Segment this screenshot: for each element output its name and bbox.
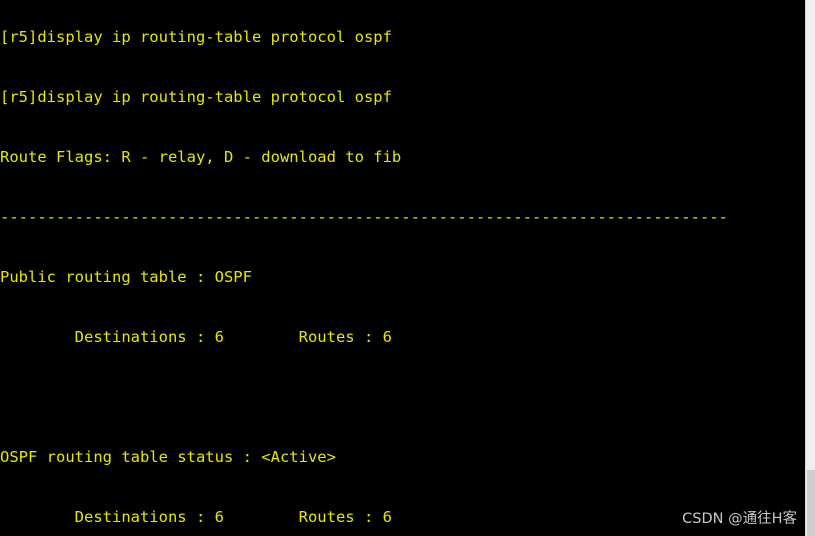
console-line-public-routing-table: Public routing table : OSPF xyxy=(0,268,252,286)
console-line-clipped-previous: [r5]display ip routing-table protocol os… xyxy=(0,28,392,46)
vertical-scrollbar[interactable] xyxy=(805,0,815,536)
scrollbar-thumb[interactable] xyxy=(807,470,815,536)
terminal-window: [r5]display ip routing-table protocol os… xyxy=(0,0,815,536)
console-line-blank-1 xyxy=(0,387,806,407)
csdn-watermark: CSDN @通往H客 xyxy=(682,511,797,527)
console-output[interactable]: [r5]display ip routing-table protocol os… xyxy=(0,0,806,536)
console-line-route-flags: Route Flags: R - relay, D - download to … xyxy=(0,148,402,166)
console-line-prompt-command: [r5]display ip routing-table protocol os… xyxy=(0,88,392,106)
console-line-active-status: OSPF routing table status : <Active> xyxy=(0,448,336,466)
console-line-public-counts: Destinations : 6 Routes : 6 xyxy=(0,328,392,346)
console-line-separator: ----------------------------------------… xyxy=(0,208,728,226)
